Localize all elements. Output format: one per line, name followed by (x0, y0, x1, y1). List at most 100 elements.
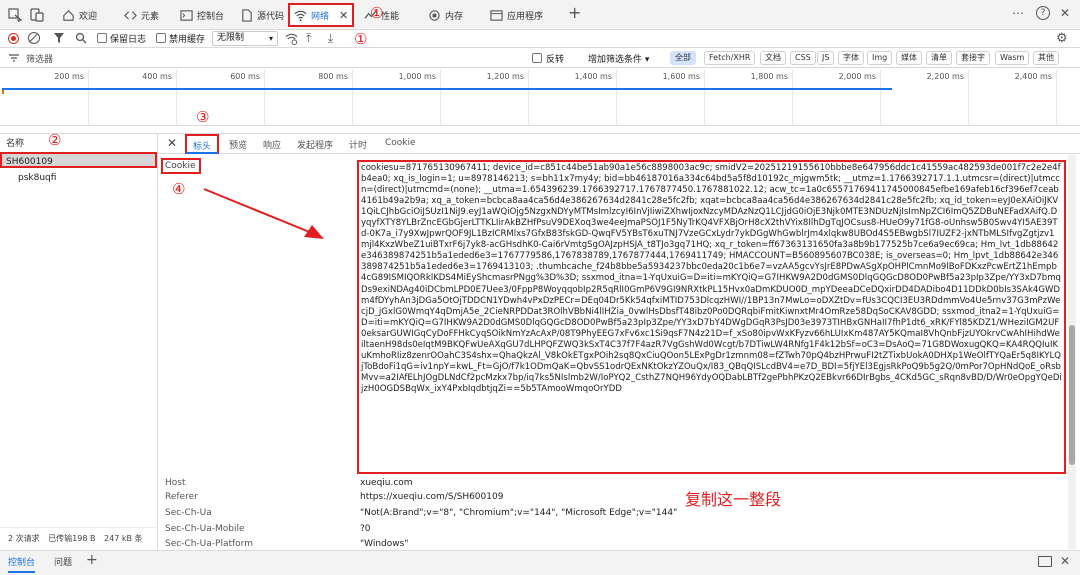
timeline-gridline (528, 70, 529, 125)
splitter[interactable] (0, 126, 1080, 134)
name-column-header[interactable]: 名称 (6, 136, 24, 149)
tab-cookie[interactable]: Cookie (385, 138, 416, 148)
status-bar: 2 次请求 已传输198 B 247 kB 条 (0, 527, 158, 549)
help-icon[interactable]: ? (1036, 6, 1050, 20)
invert-checkbox[interactable] (532, 53, 542, 63)
tab-application[interactable]: 应用程序 (490, 4, 543, 26)
timeline-gridline (704, 70, 705, 125)
scrollbar-thumb[interactable] (1069, 325, 1075, 465)
marker-4: ④ (172, 180, 186, 198)
disable-cache-checkbox[interactable] (156, 33, 166, 43)
type-filter-chip[interactable]: 全部 (670, 51, 696, 65)
invert-label: 反转 (546, 55, 565, 65)
tab-console[interactable]: 控制台 (180, 4, 224, 26)
type-filter-chip[interactable]: 套接字 (956, 51, 990, 65)
tab-preview[interactable]: 预览 (229, 138, 247, 151)
close-devtools-icon[interactable]: ✕ (1060, 6, 1070, 20)
preserve-log-checkbox[interactable] (97, 33, 107, 43)
request-name: SH600109 (6, 157, 53, 167)
header-key: Host (165, 478, 186, 488)
scrollbar-track[interactable] (1068, 155, 1076, 549)
add-tab-icon[interactable]: + (568, 3, 581, 22)
tab-sources[interactable]: 源代码 (240, 4, 284, 26)
network-conditions-icon[interactable] (285, 32, 298, 45)
timeline-overview: 200 ms 400 ms 600 ms 800 ms 1,000 ms 1,200 ms… (0, 68, 1080, 126)
add-drawer-tab-icon[interactable]: + (86, 552, 98, 568)
cookie-value[interactable]: cookiesu=871765130967411; device_id=c851… (361, 163, 1062, 395)
drawer-tab-issues[interactable]: 问题 (54, 555, 72, 568)
timeline-tick-label: 1,600 ms (662, 72, 700, 81)
request-row[interactable]: SH600109 (0, 152, 157, 168)
tab-network[interactable]: 网络 ✕ (288, 3, 355, 27)
settings-gear-icon[interactable]: ⚙ (1056, 31, 1068, 46)
more-filters-label: 增加筛选条件 (588, 55, 643, 65)
dock-icon[interactable] (1038, 556, 1052, 567)
timeline-tick-label: 200 ms (54, 72, 84, 81)
tab-timing[interactable]: 计时 (349, 138, 367, 151)
timeline-gridline (968, 70, 969, 125)
header-key: Sec-Ch-Ua (165, 508, 212, 518)
request-row[interactable]: psk8uqfi (0, 170, 157, 186)
drawer-tab-console[interactable]: 控制台 (8, 555, 36, 573)
close-detail-icon[interactable]: ✕ (167, 136, 177, 150)
wifi-icon (294, 10, 307, 21)
tab-headers[interactable]: 标头 (185, 134, 220, 154)
export-har-icon[interactable]: ⤓ (328, 31, 333, 46)
tab-welcome[interactable]: 欢迎 (62, 4, 97, 26)
network-toolbar: 保留日志 禁用缓存 无限制 ▾ ⤒ ⤓ ① ⚙ (0, 30, 1080, 48)
timeline-tick-label: 600 ms (230, 72, 260, 81)
type-filter-chip[interactable]: 清单 (926, 51, 952, 65)
type-filter-chip[interactable]: 字体 (838, 51, 864, 65)
marker-1-toolbar: ① (354, 30, 368, 48)
more-icon[interactable]: ⋯ (1012, 6, 1024, 20)
cookie-header-key: Cookie (161, 158, 201, 174)
tab-memory[interactable]: 内存 (428, 4, 463, 26)
tab-label: 源代码 (257, 11, 285, 22)
device-emulation-icon[interactable] (30, 8, 44, 22)
more-filters-dropdown[interactable]: 增加筛选条件 ▾ (588, 52, 649, 65)
inspect-element-icon[interactable] (8, 8, 22, 22)
type-filter-chip[interactable]: Fetch/XHR (704, 51, 756, 65)
close-drawer-icon[interactable]: ✕ (1060, 554, 1070, 568)
header-value[interactable]: https://xueqiu.com/S/SH600109 (360, 492, 503, 502)
record-icon[interactable] (8, 33, 19, 44)
header-value[interactable]: xueqiu.com (360, 478, 413, 488)
type-filter-chip[interactable]: CSS (790, 51, 816, 65)
timeline-tick-label: 1,200 ms (486, 72, 524, 81)
timeline-gridline (176, 70, 177, 125)
type-filter-chip[interactable]: 其他 (1033, 51, 1059, 65)
memory-icon (429, 9, 440, 21)
timeline-gridline (352, 70, 353, 125)
header-value[interactable]: "Not(A:Brand";v="8", "Chromium";v="144",… (360, 508, 677, 518)
disable-cache-label: 禁用缓存 (169, 35, 206, 45)
home-icon (63, 9, 74, 21)
close-icon[interactable]: ✕ (339, 9, 348, 22)
tab-response[interactable]: 响应 (263, 138, 281, 151)
header-value[interactable]: ?0 (360, 524, 371, 534)
chevron-down-icon: ▾ (644, 55, 650, 65)
timeline-gridline (616, 70, 617, 125)
search-icon[interactable] (75, 32, 87, 44)
sources-icon (242, 8, 252, 22)
type-filter-chip[interactable]: 媒体 (896, 51, 922, 65)
filter-input[interactable]: 筛选器 (26, 52, 53, 65)
timeline-tick-label: 1,800 ms (750, 72, 788, 81)
type-filter-chip[interactable]: Img (867, 51, 893, 65)
resources-size: 247 kB 条 (104, 534, 143, 543)
elements-icon (124, 10, 137, 20)
header-value[interactable]: "Windows" (360, 539, 408, 549)
tab-elements[interactable]: 元素 (124, 4, 159, 26)
tab-initiator[interactable]: 发起程序 (297, 138, 333, 151)
filter-icon[interactable] (53, 32, 65, 44)
type-filter-chip[interactable]: Wasm (995, 51, 1030, 65)
import-har-icon[interactable]: ⤒ (306, 31, 311, 46)
type-filter-chip[interactable]: JS (817, 51, 835, 65)
timeline-tick-label: 1,400 ms (574, 72, 612, 81)
throttle-select[interactable]: 无限制 ▾ (212, 31, 278, 46)
clear-icon[interactable] (28, 32, 40, 44)
request-list: 名称 ② SH600109 psk8uqfi (0, 131, 158, 549)
devtools-tab-bar: 欢迎 元素 控制台 源代码 网络 ✕ 性能 内存 应用程序 + ① ⋯ ? ✕ (0, 0, 1080, 30)
timeline-gridline (88, 70, 89, 125)
type-filter-chip[interactable]: 文档 (760, 51, 786, 65)
detail-tab-bar: ✕ 标头 预览 响应 发起程序 计时 Cookie (159, 134, 1080, 154)
